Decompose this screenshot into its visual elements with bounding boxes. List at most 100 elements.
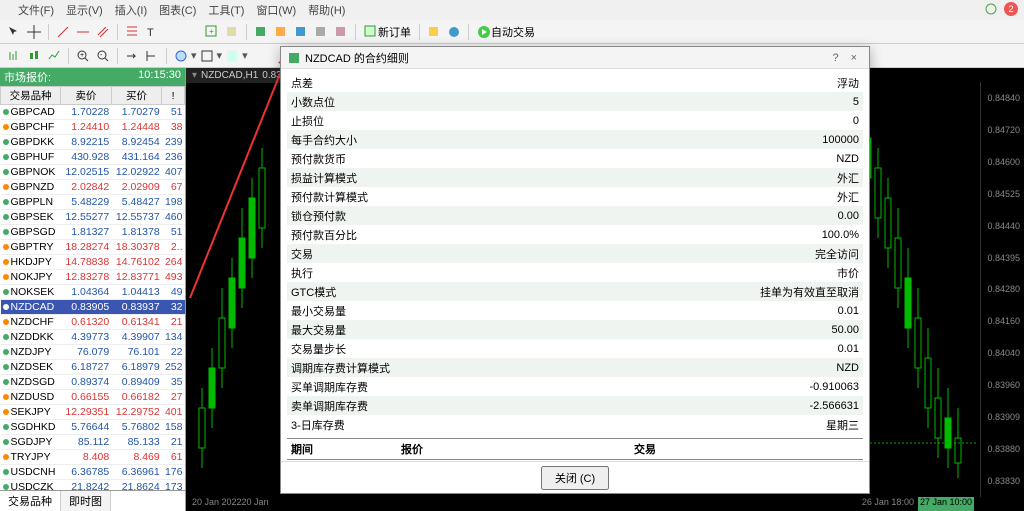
table-row[interactable]: HKDJPY14.7883814.76102264 [1,255,185,270]
notification-badge[interactable]: 2 [1004,2,1018,16]
menu-item[interactable]: 文件(F) [18,2,54,18]
menu-item[interactable]: 插入(I) [115,2,147,18]
spec-row: 预付款货币NZD [287,149,863,168]
data-window-icon[interactable] [274,25,288,39]
play-icon [477,25,491,39]
auto-scroll-icon[interactable] [125,49,139,63]
table-row[interactable]: NZDCAD0.839050.8393732 [1,300,185,315]
spec-row: 锁仓预付款0.00 [287,206,863,225]
chart-tab[interactable]: ▾ NZDCAD,H1 0.83 [186,68,288,83]
table-row[interactable]: GBPNZD2.028422.0290967 [1,180,185,195]
hline-icon[interactable] [76,25,90,39]
schedule-table: 期间报价交易 星期日23:00-24:0023:05-24:00星期一00:00… [287,438,863,461]
table-row[interactable]: GBPSGD1.813271.8137851 [1,225,185,240]
table-row[interactable]: NZDSEK6.187276.18979252 [1,360,185,375]
dialog-titlebar[interactable]: NZDCAD 的合约细则 ? × [281,47,869,69]
tester-icon[interactable] [334,25,348,39]
chart-shift-icon[interactable] [145,49,159,63]
y-tick: 0.84440 [981,221,1024,231]
y-tick: 0.83880 [981,444,1024,454]
indicators-icon[interactable] [174,49,188,63]
specification-dialog[interactable]: NZDCAD 的合约细则 ? × 点差浮动小数点位5止损位0每手合约大小1000… [280,46,870,494]
options-icon[interactable] [447,25,461,39]
table-row[interactable]: SGDHKD5.766445.76802158 [1,420,185,435]
crosshair-icon[interactable] [27,25,41,39]
spec-row: 预付款计算模式外汇 [287,187,863,206]
bar-chart-icon[interactable] [7,49,21,63]
tab-symbols[interactable]: 交易品种 [0,491,61,511]
table-row[interactable]: USDCNH6.367856.36961176 [1,465,185,480]
dialog-body[interactable]: 点差浮动小数点位5止损位0每手合约大小100000预付款货币NZD损益计算模式外… [281,69,869,461]
market-watch-table[interactable]: 交易品种卖价买价! GBPCAD1.702281.7027951GBPCHF1.… [0,86,185,490]
table-row[interactable]: NZDUSD0.661550.6618227 [1,390,185,405]
menubar[interactable]: 文件(F) 显示(V) 插入(I) 图表(C) 工具(T) 窗口(W) 帮助(H) [0,0,1024,20]
tab-tick-chart[interactable]: 即时图 [61,491,111,511]
help-button[interactable]: ? [826,52,844,64]
table-row[interactable]: NZDDKK4.397734.39907134 [1,330,185,345]
table-row[interactable]: NOKSEK1.043641.0441349 [1,285,185,300]
column-header[interactable]: 卖价 [61,87,112,105]
text-icon[interactable]: T [145,25,159,39]
y-tick: 0.84840 [981,93,1024,103]
table-row[interactable]: GBPCAD1.702281.7027951 [1,105,185,120]
market-watch-tabs[interactable]: 交易品种 即时图 [0,490,185,511]
spec-row: 止损位0 [287,111,863,130]
table-row[interactable]: SEKJPY12.2935112.29752401 [1,405,185,420]
menu-item[interactable]: 工具(T) [208,2,244,18]
y-tick: 0.84600 [981,157,1024,167]
templates-icon[interactable] [225,49,239,63]
table-row[interactable]: GBPTRY18.2827418.303782.. [1,240,185,255]
y-tick: 0.83960 [981,380,1024,390]
new-chart-icon[interactable]: + [205,25,219,39]
menu-item[interactable]: 窗口(W) [256,2,296,18]
new-order-button[interactable]: 新订单 [360,22,415,42]
line-chart-icon[interactable] [47,49,61,63]
wifi-icon [984,2,998,16]
column-header[interactable]: 买价 [111,87,162,105]
column-header: 期间 [287,439,397,460]
candle-chart-icon[interactable] [27,49,41,63]
table-row[interactable]: GBPHUF430.928431.164236 [1,150,185,165]
line-icon[interactable] [56,25,70,39]
meta-editor-icon[interactable] [427,25,441,39]
market-watch-icon[interactable] [254,25,268,39]
column-header: 报价 [397,439,630,460]
plus-icon [364,25,378,39]
spec-row: 损益计算模式外汇 [287,168,863,187]
toolbar-primary[interactable]: T + 新订单 自动交易 [0,20,1024,44]
table-row[interactable]: GBPPLN5.482295.48427198 [1,195,185,210]
periods-icon[interactable] [200,49,214,63]
autotrade-button[interactable]: 自动交易 [473,22,539,42]
table-row[interactable]: USDCZK21.824221.8624173 [1,480,185,491]
menu-item[interactable]: 帮助(H) [308,2,345,18]
table-row[interactable]: NOKJPY12.8327812.83771493 [1,270,185,285]
fib-icon[interactable] [125,25,139,39]
y-tick: 0.83909 [981,412,1024,422]
table-row[interactable]: NZDSGD0.893740.8940935 [1,375,185,390]
table-row[interactable]: NZDJPY76.07976.10122 [1,345,185,360]
market-watch-panel[interactable]: 市场报价: 10:15:30 交易品种卖价买价! GBPCAD1.702281.… [0,68,186,511]
y-tick: 0.84160 [981,316,1024,326]
table-row[interactable]: GBPSEK12.5527712.55737460 [1,210,185,225]
close-button[interactable]: × [845,52,863,64]
zoom-out-icon[interactable]: - [96,49,110,63]
table-row[interactable]: GBPNOK12.0251512.02922407 [1,165,185,180]
menu-item[interactable]: 图表(C) [159,2,196,18]
table-row[interactable]: NZDCHF0.613200.6134121 [1,315,185,330]
y-tick: 0.84040 [981,348,1024,358]
table-row[interactable]: SGDJPY85.11285.13321 [1,435,185,450]
profile-icon[interactable] [225,25,239,39]
column-header[interactable]: 交易品种 [1,87,61,105]
close-dialog-button[interactable]: 关闭 (C) [541,466,609,490]
table-row[interactable]: GBPDKK8.922158.92454239 [1,135,185,150]
terminal-icon[interactable] [314,25,328,39]
zoom-in-icon[interactable]: + [76,49,90,63]
navigator-icon[interactable] [294,25,308,39]
table-row[interactable]: GBPCHF1.244101.2444838 [1,120,185,135]
table-row[interactable]: TRYJPY8.4088.46961 [1,450,185,465]
menu-item[interactable]: 显示(V) [66,2,103,18]
channel-icon[interactable] [96,25,110,39]
column-header[interactable]: ! [162,87,185,105]
cursor-icon[interactable] [7,25,21,39]
column-header: 交易 [630,439,863,460]
